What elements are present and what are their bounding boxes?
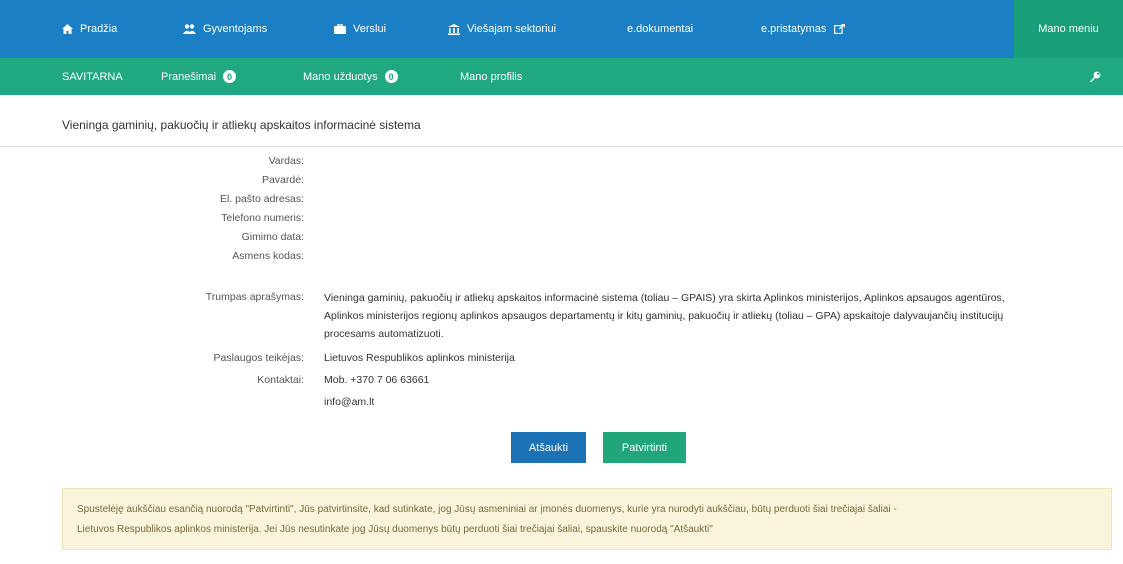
contact-phone: Mob. +370 7 06 63661 xyxy=(324,374,430,386)
provider-value: Lietuvos Respublikos aplinkos ministerij… xyxy=(324,352,515,364)
description-line: procesams automatizuoti. xyxy=(324,328,444,340)
subnav-item-my-tasks[interactable]: Mano užduotys 0 xyxy=(303,58,398,95)
subnav-item-notifications[interactable]: Pranešimai 0 xyxy=(161,58,237,95)
consent-notice: Spustelėję aukščiau esančią nuorodą "Pat… xyxy=(62,488,1112,550)
my-menu-button[interactable]: Mano meniu xyxy=(1014,0,1123,58)
my-menu-label: Mano meniu xyxy=(1038,23,1099,35)
nav-item-residents[interactable]: Gyventojams xyxy=(183,0,267,58)
field-label-first-name: Vardas: xyxy=(268,155,304,167)
subnav-item-label: SAVITARNA xyxy=(62,70,123,83)
nav-item-label: e.dokumentai xyxy=(627,23,694,35)
briefcase-icon xyxy=(334,24,346,34)
nav-item-public-sector[interactable]: Viešajam sektoriui xyxy=(448,0,556,58)
subnav-item-label: Pranešimai xyxy=(161,70,217,83)
nav-item-label: Verslui xyxy=(353,23,387,35)
contact-email[interactable]: info@am.lt xyxy=(324,396,374,408)
field-label-birth-date: Gimimo data: xyxy=(241,231,304,243)
nav-item-business[interactable]: Verslui xyxy=(334,0,386,58)
notice-line: Lietuvos Respublikos aplinkos ministerij… xyxy=(77,524,713,535)
top-navigation: Pradžia Gyventojams Verslui Viešajam sek… xyxy=(0,0,1123,58)
description-line: Vieninga gaminių, pakuočių ir atliekų ap… xyxy=(324,292,1005,304)
description-line: Aplinkos ministerijos regionų aplinkos a… xyxy=(324,310,1004,322)
field-label-personal-code: Asmens kodas: xyxy=(232,250,304,262)
field-label-phone: Telefono numeris: xyxy=(221,212,304,224)
nav-item-edocuments[interactable]: e.dokumentai xyxy=(627,0,693,58)
field-label-last-name: Pavardė: xyxy=(261,174,304,186)
sub-navigation: SAVITARNA Pranešimai 0 Mano užduotys 0 M… xyxy=(0,58,1123,95)
nav-item-home[interactable]: Pradžia xyxy=(62,0,117,58)
nav-item-label: Gyventojams xyxy=(203,23,268,35)
provider-label: Paslaugos teikėjas: xyxy=(213,352,304,364)
notifications-count-badge: 0 xyxy=(223,70,237,83)
confirm-button[interactable]: Patvirtinti xyxy=(603,432,686,463)
nav-item-edelivery[interactable]: e.pristatymas xyxy=(761,0,846,58)
notice-line: Spustelėję aukščiau esančią nuorodą "Pat… xyxy=(77,504,897,515)
home-icon xyxy=(62,24,73,34)
short-description-text: Vieninga gaminių, pakuočių ir atliekų ap… xyxy=(324,289,1123,343)
wrench-icon[interactable] xyxy=(1089,70,1101,88)
cancel-button[interactable]: Atšaukti xyxy=(511,432,586,463)
contacts-label: Kontaktai: xyxy=(257,374,304,386)
page-title: Vieninga gaminių, pakuočių ir atliekų ap… xyxy=(62,118,421,132)
institution-icon xyxy=(448,23,460,35)
subnav-item-label: Mano profilis xyxy=(460,70,523,83)
subnav-item-selfservice[interactable]: SAVITARNA xyxy=(62,58,123,95)
nav-item-label: Pradžia xyxy=(80,23,118,35)
subnav-item-my-profile[interactable]: Mano profilis xyxy=(460,58,522,95)
nav-item-label: Viešajam sektoriui xyxy=(467,23,557,35)
nav-item-label: e.pristatymas xyxy=(761,23,827,35)
short-description-label: Trumpas aprašymas: xyxy=(205,291,304,303)
field-label-email: El. pašto adresas: xyxy=(219,193,304,205)
people-icon xyxy=(183,24,196,34)
tasks-count-badge: 0 xyxy=(384,70,398,83)
external-link-icon xyxy=(834,24,846,34)
subnav-item-label: Mano užduotys xyxy=(303,70,378,83)
